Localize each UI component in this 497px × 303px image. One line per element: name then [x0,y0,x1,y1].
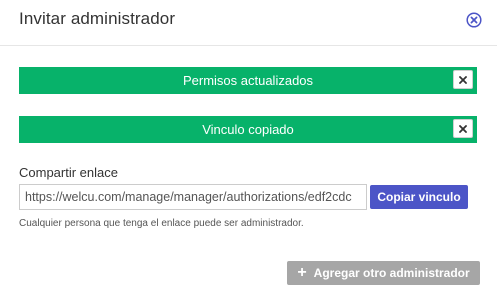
alert-message: Permisos actualizados [182,73,314,88]
dialog-header: Invitar administrador [0,0,497,46]
close-icon [459,75,467,84]
close-dialog-button[interactable] [466,12,482,28]
share-link-input[interactable] [19,184,367,210]
add-admin-label: Agregar otro administrador [313,266,470,280]
plus-icon: + [297,264,307,281]
close-icon [459,124,467,133]
copy-link-button[interactable]: Copiar vinculo [370,185,468,209]
alert-permissions-updated: Permisos actualizados [19,67,477,94]
alert-link-copied: Vinculo copiado [19,116,477,143]
share-link-label: Compartir enlace [19,165,118,180]
alert-message: Vinculo copiado [202,122,294,137]
dialog-title: Invitar administrador [19,9,176,28]
alert-close-button[interactable] [453,119,473,138]
share-help-text: Cualquier persona que tenga el enlace pu… [19,218,304,229]
close-circle-icon [466,12,482,28]
alert-close-button[interactable] [453,70,473,89]
add-another-admin-button[interactable]: + Agregar otro administrador [287,261,480,285]
